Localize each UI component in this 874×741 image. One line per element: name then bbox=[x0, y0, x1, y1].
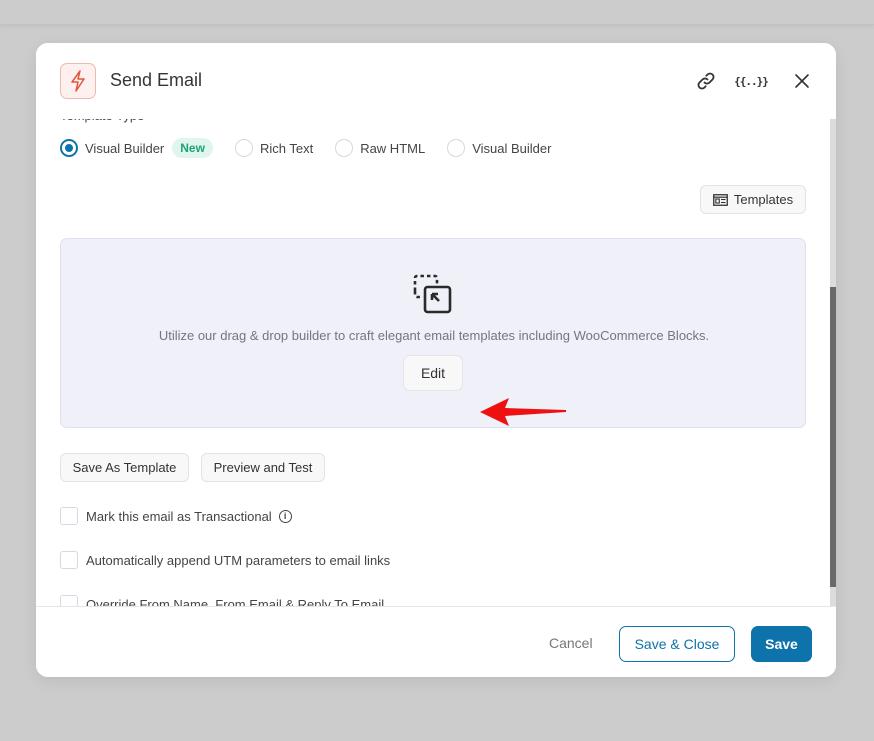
visual-builder-panel: Utilize our drag & drop builder to craft… bbox=[60, 238, 806, 428]
drag-drop-icon bbox=[411, 273, 455, 322]
checkbox[interactable] bbox=[60, 551, 78, 569]
save-and-close-button[interactable]: Save & Close bbox=[619, 626, 735, 662]
close-icon[interactable] bbox=[790, 69, 814, 93]
modal-footer: Cancel Save & Close Save bbox=[36, 606, 836, 677]
radio-label: Visual Builder bbox=[472, 140, 552, 156]
checkbox-label: Mark this email as Transactional bbox=[86, 508, 272, 524]
modal-content: Template Type Visual Builder New Rich Te… bbox=[36, 103, 830, 607]
radio-raw-html[interactable]: Raw HTML bbox=[335, 139, 425, 157]
builder-description: Utilize our drag & drop builder to craft… bbox=[158, 328, 710, 343]
radio-visual-builder[interactable]: Visual Builder bbox=[447, 139, 551, 157]
modal-title: Send Email bbox=[110, 70, 203, 90]
template-type-radio-group: Visual Builder New Rich Text Raw HTML Vi… bbox=[60, 138, 573, 158]
send-email-modal: Send Email {{..}} Template Type Visual B… bbox=[36, 43, 836, 677]
template-list-icon bbox=[712, 193, 728, 206]
radio-visual-builder-new[interactable]: Visual Builder New bbox=[60, 138, 213, 158]
page-backdrop-bar bbox=[0, 0, 874, 25]
checkbox[interactable] bbox=[60, 507, 78, 525]
radio-label: Visual Builder bbox=[85, 140, 165, 156]
templates-button-label: Templates bbox=[733, 192, 794, 207]
scrollbar-thumb[interactable] bbox=[830, 287, 836, 587]
info-icon[interactable]: i bbox=[278, 509, 292, 523]
save-button[interactable]: Save bbox=[751, 626, 812, 662]
radio-dot[interactable] bbox=[234, 139, 253, 157]
radio-dot[interactable] bbox=[335, 139, 354, 157]
radio-dot[interactable] bbox=[60, 139, 78, 157]
checkbox-utm-parameters[interactable]: Automatically append UTM parameters to e… bbox=[60, 551, 390, 569]
radio-label: Rich Text bbox=[259, 140, 314, 156]
radio-label: Raw HTML bbox=[360, 140, 426, 156]
radio-rich-text[interactable]: Rich Text bbox=[234, 139, 314, 157]
merge-tags-icon[interactable]: {{..}} bbox=[734, 69, 769, 93]
checkbox-label: Automatically append UTM parameters to e… bbox=[86, 552, 391, 568]
save-as-template-button[interactable]: Save As Template bbox=[60, 453, 189, 482]
cancel-button[interactable]: Cancel bbox=[549, 635, 593, 651]
annotation-arrow-icon bbox=[479, 395, 569, 434]
templates-button[interactable]: Templates bbox=[700, 185, 806, 214]
checkbox-transactional[interactable]: Mark this email as Transactional i bbox=[60, 507, 292, 525]
link-icon[interactable] bbox=[694, 69, 718, 93]
preview-and-test-button[interactable]: Preview and Test bbox=[201, 453, 325, 482]
edit-button[interactable]: Edit bbox=[403, 355, 463, 391]
radio-dot[interactable] bbox=[447, 139, 466, 157]
modal-header: Send Email {{..}} bbox=[36, 43, 836, 119]
bolt-icon bbox=[60, 63, 96, 99]
new-badge: New bbox=[172, 138, 213, 158]
